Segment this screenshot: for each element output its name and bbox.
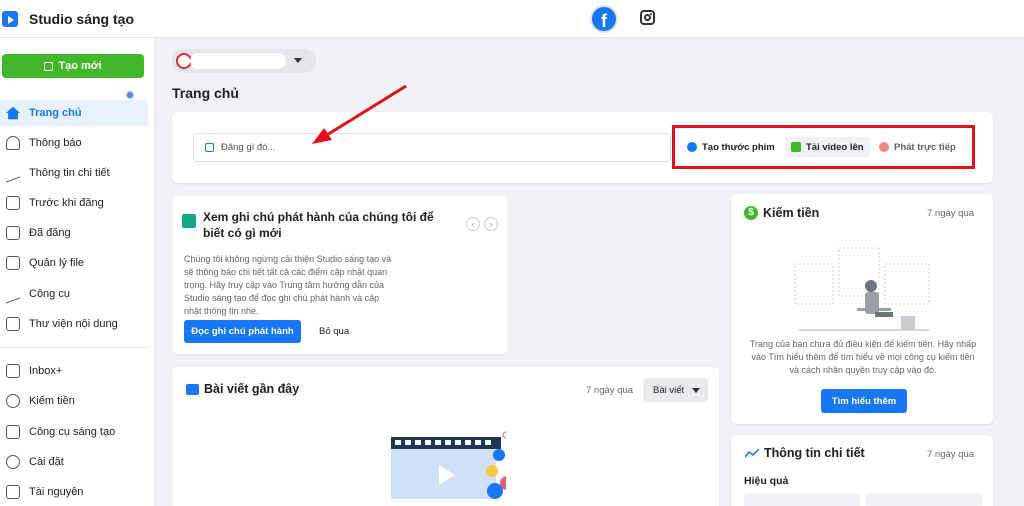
insights-title: Thông tin chi tiết bbox=[764, 446, 865, 460]
sidebar-item-monetization[interactable]: Kiếm tiền bbox=[0, 388, 148, 414]
creative-tools-icon bbox=[6, 425, 20, 439]
post-input[interactable]: Đăng gì đó... bbox=[193, 133, 671, 162]
account-switcher[interactable] bbox=[172, 49, 316, 73]
resources-icon bbox=[6, 485, 20, 499]
create-button-label: Tạo mới bbox=[58, 60, 102, 72]
sidebar-item-label: Quản lý file bbox=[29, 257, 85, 269]
post-type-dropdown[interactable]: Bài viết bbox=[643, 378, 708, 402]
reel-icon bbox=[687, 142, 697, 152]
annotation-arrow bbox=[312, 84, 407, 144]
video-illustration bbox=[391, 431, 506, 499]
studio-logo-icon bbox=[2, 11, 18, 27]
bell-icon bbox=[6, 136, 20, 150]
sidebar-item-notifications[interactable]: Thông báo bbox=[0, 130, 148, 156]
composer-card: Đăng gì đó... Tạo thước phim Tải video l… bbox=[172, 112, 993, 183]
sidebar-item-label: Trang chủ bbox=[29, 107, 82, 119]
recent-posts-card: Bài viết gần đây 7 ngày qua Bài viết bbox=[172, 367, 719, 506]
create-reel-button[interactable]: Tạo thước phim bbox=[681, 137, 781, 157]
sidebar-item-inbox[interactable]: Inbox+ bbox=[0, 358, 148, 384]
home-icon bbox=[6, 106, 20, 120]
page-title: Trang chủ bbox=[172, 85, 239, 101]
app-title: Studio sáng tạo bbox=[29, 11, 134, 27]
upload-video-button[interactable]: Tải video lên bbox=[785, 137, 870, 157]
page-name-redacted bbox=[190, 53, 286, 69]
highlight-box: Tạo thước phim Tải video lên Phát trực t… bbox=[672, 125, 975, 169]
monetization-card: $ Kiếm tiền 7 ngày qua Trang của bạn chư… bbox=[731, 194, 993, 424]
release-notes-icon bbox=[182, 214, 196, 228]
monetization-illustration bbox=[794, 247, 930, 331]
go-live-button[interactable]: Phát trực tiếp bbox=[873, 137, 962, 157]
sidebar-item-settings[interactable]: Cài đặt bbox=[0, 449, 148, 475]
sidebar: Tạo mới Trang chủ Thông báo Thông tin ch… bbox=[0, 38, 155, 506]
monetization-title: Kiếm tiền bbox=[763, 206, 820, 220]
file-icon bbox=[6, 256, 20, 270]
sidebar-item-published[interactable]: Đã đăng bbox=[0, 220, 148, 246]
skip-button[interactable]: Bỏ qua bbox=[319, 326, 349, 337]
dollar-icon bbox=[6, 394, 20, 408]
facebook-icon[interactable]: f bbox=[590, 5, 618, 33]
sidebar-item-label: Công cụ bbox=[29, 288, 70, 300]
recent-posts-title: Bài viết gần đây bbox=[204, 382, 300, 396]
sidebar-item-label: Inbox+ bbox=[29, 365, 63, 377]
performance-label: Hiệu quả bbox=[744, 475, 789, 487]
read-release-notes-button[interactable]: Đọc ghi chú phát hành bbox=[184, 320, 301, 343]
release-notes-card: Xem ghi chú phát hành của chúng tôi để b… bbox=[172, 196, 508, 354]
sidebar-item-tools[interactable]: Công cụ bbox=[0, 281, 148, 307]
sidebar-item-file-manager[interactable]: Quản lý file bbox=[0, 250, 148, 276]
inbox-icon bbox=[6, 364, 20, 378]
insights-period: 7 ngày qua bbox=[927, 449, 975, 460]
sidebar-item-resources[interactable]: Tài nguyên bbox=[0, 479, 148, 505]
create-button[interactable]: Tạo mới bbox=[2, 54, 144, 78]
sidebar-item-content-library[interactable]: Thư viện nội dung bbox=[0, 311, 148, 337]
create-reel-label: Tạo thước phim bbox=[702, 141, 775, 153]
sidebar-item-label: Tài nguyên bbox=[29, 486, 84, 498]
top-bar: Studio sáng tạo f bbox=[0, 0, 1024, 38]
monetization-period: 7 ngày qua bbox=[927, 208, 975, 219]
sidebar-item-creative-tools[interactable]: Công cụ sáng tạo bbox=[0, 419, 148, 445]
insights-icon bbox=[6, 163, 20, 183]
upload-video-icon bbox=[791, 142, 801, 152]
sidebar-item-label: Thông tin chi tiết bbox=[29, 167, 110, 179]
upload-video-label: Tải video lên bbox=[806, 141, 864, 153]
chevron-down-icon bbox=[692, 387, 701, 393]
sidebar-item-label: Kiếm tiền bbox=[29, 395, 75, 407]
instagram-icon[interactable] bbox=[640, 10, 655, 25]
monetization-body: Trang của bạn chưa đủ điều kiện để kiếm … bbox=[749, 339, 977, 375]
wrench-icon bbox=[6, 284, 20, 304]
release-notes-title: Xem ghi chú phát hành của chúng tôi để b… bbox=[203, 210, 434, 240]
notification-dot bbox=[126, 91, 134, 99]
dollar-icon: $ bbox=[744, 206, 758, 220]
library-icon bbox=[6, 317, 20, 331]
document-icon bbox=[6, 196, 20, 210]
sidebar-item-label: Công cụ sáng tạo bbox=[29, 426, 116, 438]
calendar-icon bbox=[6, 226, 20, 240]
edit-icon bbox=[44, 61, 54, 71]
posts-icon bbox=[186, 384, 199, 395]
sidebar-item-home[interactable]: Trang chủ bbox=[0, 100, 148, 126]
sidebar-item-drafts[interactable]: Trước khi đăng bbox=[0, 190, 148, 216]
gear-icon bbox=[6, 455, 20, 469]
live-icon bbox=[879, 142, 889, 152]
insights-card: Thông tin chi tiết 7 ngày qua Hiệu quả bbox=[731, 435, 993, 506]
previous-arrow-icon[interactable]: ‹ bbox=[466, 217, 480, 231]
sidebar-divider bbox=[0, 347, 148, 348]
go-live-label: Phát trực tiếp bbox=[894, 141, 956, 153]
sidebar-item-label: Đã đăng bbox=[29, 227, 71, 239]
metric-tile[interactable] bbox=[744, 493, 860, 506]
metric-tile[interactable] bbox=[866, 493, 982, 506]
learn-more-button[interactable]: Tìm hiểu thêm bbox=[821, 389, 907, 413]
sidebar-item-label: Trước khi đăng bbox=[29, 197, 104, 209]
next-arrow-icon[interactable]: › bbox=[484, 217, 498, 231]
recent-posts-period: 7 ngày qua bbox=[586, 385, 634, 396]
insights-icon bbox=[745, 449, 759, 458]
edit-icon bbox=[205, 143, 214, 152]
post-input-placeholder: Đăng gì đó... bbox=[221, 142, 276, 153]
sidebar-item-label: Thư viện nội dung bbox=[29, 318, 118, 330]
chevron-down-icon bbox=[294, 58, 302, 63]
post-type-value: Bài viết bbox=[653, 384, 685, 396]
sidebar-item-label: Cài đặt bbox=[29, 456, 64, 468]
sidebar-item-insights[interactable]: Thông tin chi tiết bbox=[0, 160, 148, 186]
release-notes-body: Chúng tôi không ngừng cải thiện Studio s… bbox=[184, 254, 392, 316]
sidebar-item-label: Thông báo bbox=[29, 137, 82, 149]
